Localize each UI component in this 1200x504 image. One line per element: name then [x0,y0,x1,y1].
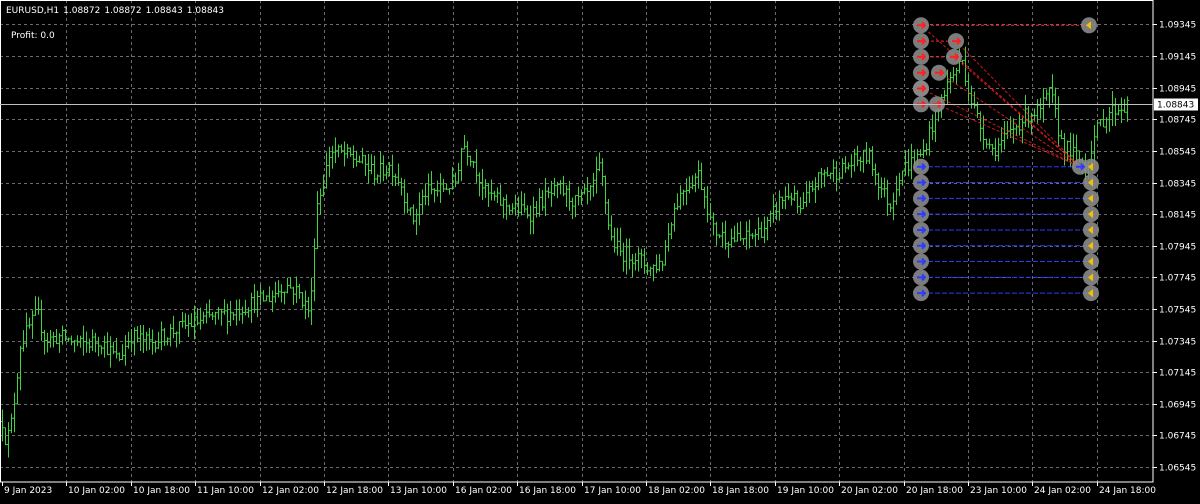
x-tick-label: 13 Jan 10:00 [390,486,447,496]
symbol-label: EURUSD,H1 [6,6,60,16]
close-price: 1.08843 [186,6,224,16]
x-tick-label: 11 Jan 10:00 [197,486,254,496]
y-tick-label: 1.07345 [1159,338,1196,348]
x-tick-label: 19 Jan 10:00 [777,486,834,496]
x-tick-label: 12 Jan 18:00 [326,486,383,496]
y-tick-label: 1.07945 [1159,243,1196,253]
profit-label: Profit: 0.0 [11,31,55,41]
x-tick-label: 24 Jan 02:00 [1034,486,1091,496]
y-tick-label: 1.07545 [1159,306,1196,316]
y-tick-label: 1.08145 [1159,211,1196,221]
y-tick-label: 1.08545 [1159,148,1196,158]
y-tick-label: 1.06545 [1159,464,1196,474]
chart-window[interactable]: 1.09345 1.09145 1.08945 1.08745 1.08545 1.083… [0,0,1200,500]
x-tick-label: 10 Jan 18:00 [133,486,190,496]
x-tick-label: 10 Jan 02:00 [68,486,125,496]
x-tick-label: 23 Jan 10:00 [970,486,1027,496]
y-tick-label: 1.09145 [1159,53,1196,63]
current-price-label: 1.08843 [1157,101,1194,111]
chart-header: EURUSD,H1 1.08872 1.08872 1.08843 1.08843 [6,6,228,16]
x-tick-label: 16 Jan 18:00 [519,486,576,496]
y-tick-label: 1.08745 [1159,116,1196,126]
x-tick-label: 18 Jan 18:00 [712,486,769,496]
low-price: 1.08843 [145,6,183,16]
x-tick-label: 16 Jan 02:00 [455,486,512,496]
high-price: 1.08872 [104,6,142,16]
x-tick-label: 24 Jan 18:00 [1099,486,1156,496]
y-tick-label: 1.08345 [1159,180,1196,190]
y-tick-label: 1.06745 [1159,432,1196,442]
y-tick-label: 1.07745 [1159,274,1196,284]
y-tick-label: 1.06945 [1159,401,1196,411]
price-chart[interactable]: 1.09345 1.09145 1.08945 1.08745 1.08545 1.083… [0,0,1200,500]
x-tick-label: 12 Jan 02:00 [262,486,319,496]
y-tick-label: 1.08945 [1159,85,1196,95]
x-tick-label: 9 Jan 2023 [4,486,52,496]
plot-area [0,0,1200,500]
x-tick-label: 20 Jan 18:00 [906,486,963,496]
y-tick-label: 1.07145 [1159,369,1196,379]
x-tick-label: 18 Jan 02:00 [648,486,705,496]
y-tick-label: 1.09345 [1159,21,1196,31]
open-price: 1.08872 [63,6,101,16]
x-tick-label: 20 Jan 02:00 [841,486,898,496]
x-tick-label: 17 Jan 10:00 [584,486,641,496]
